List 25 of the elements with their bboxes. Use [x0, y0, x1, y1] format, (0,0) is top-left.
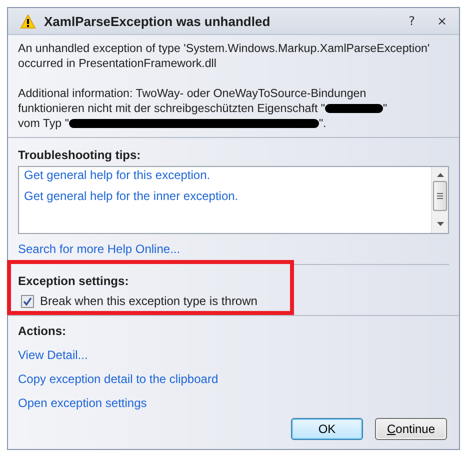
- action-link[interactable]: Open exception settings: [18, 396, 147, 410]
- search-help-link[interactable]: Search for more Help Online...: [18, 242, 180, 256]
- action-link[interactable]: Copy exception detail to the clipboard: [18, 372, 218, 386]
- section-heading: Exception settings:: [18, 274, 130, 288]
- ok-button[interactable]: OK: [291, 418, 363, 440]
- close-button[interactable]: ×: [432, 14, 451, 28]
- redaction-mark: [325, 104, 384, 113]
- checkbox-label: Break when this exception type is thrown: [40, 294, 258, 308]
- exception-summary: An unhandled exception of type 'System.Windows.Markup.XamlParseException' occurred in PresentationFramework.dll: [18, 41, 431, 71]
- help-link[interactable]: Get general help for this exception.: [24, 168, 210, 182]
- action-link[interactable]: View Detail...: [18, 348, 88, 362]
- checkbox[interactable]: [21, 294, 34, 308]
- scroll-thumb[interactable]: [433, 181, 447, 211]
- window-title: XamlParseException was unhandled: [44, 14, 272, 28]
- section-heading: Troubleshooting tips:: [18, 148, 142, 162]
- up-arrow-icon[interactable]: [436, 173, 444, 177]
- section-heading: Actions:: [18, 324, 67, 338]
- help-link[interactable]: Get general help for the inner exception.: [24, 189, 238, 203]
- warning-icon: [20, 14, 36, 28]
- help-button[interactable]: ?: [404, 14, 419, 28]
- continue-button[interactable]: Continue: [375, 418, 447, 440]
- scroll-bar[interactable]: [431, 167, 448, 233]
- down-arrow-icon[interactable]: [436, 222, 444, 226]
- grip-icon: [437, 193, 443, 199]
- additional-information: Additional information: TwoWay- oder OneWayToSource-Bindungen funktionieren nicht mit der schreibgeschützten Eigenschaft " " vom Typ " ".: [18, 86, 388, 131]
